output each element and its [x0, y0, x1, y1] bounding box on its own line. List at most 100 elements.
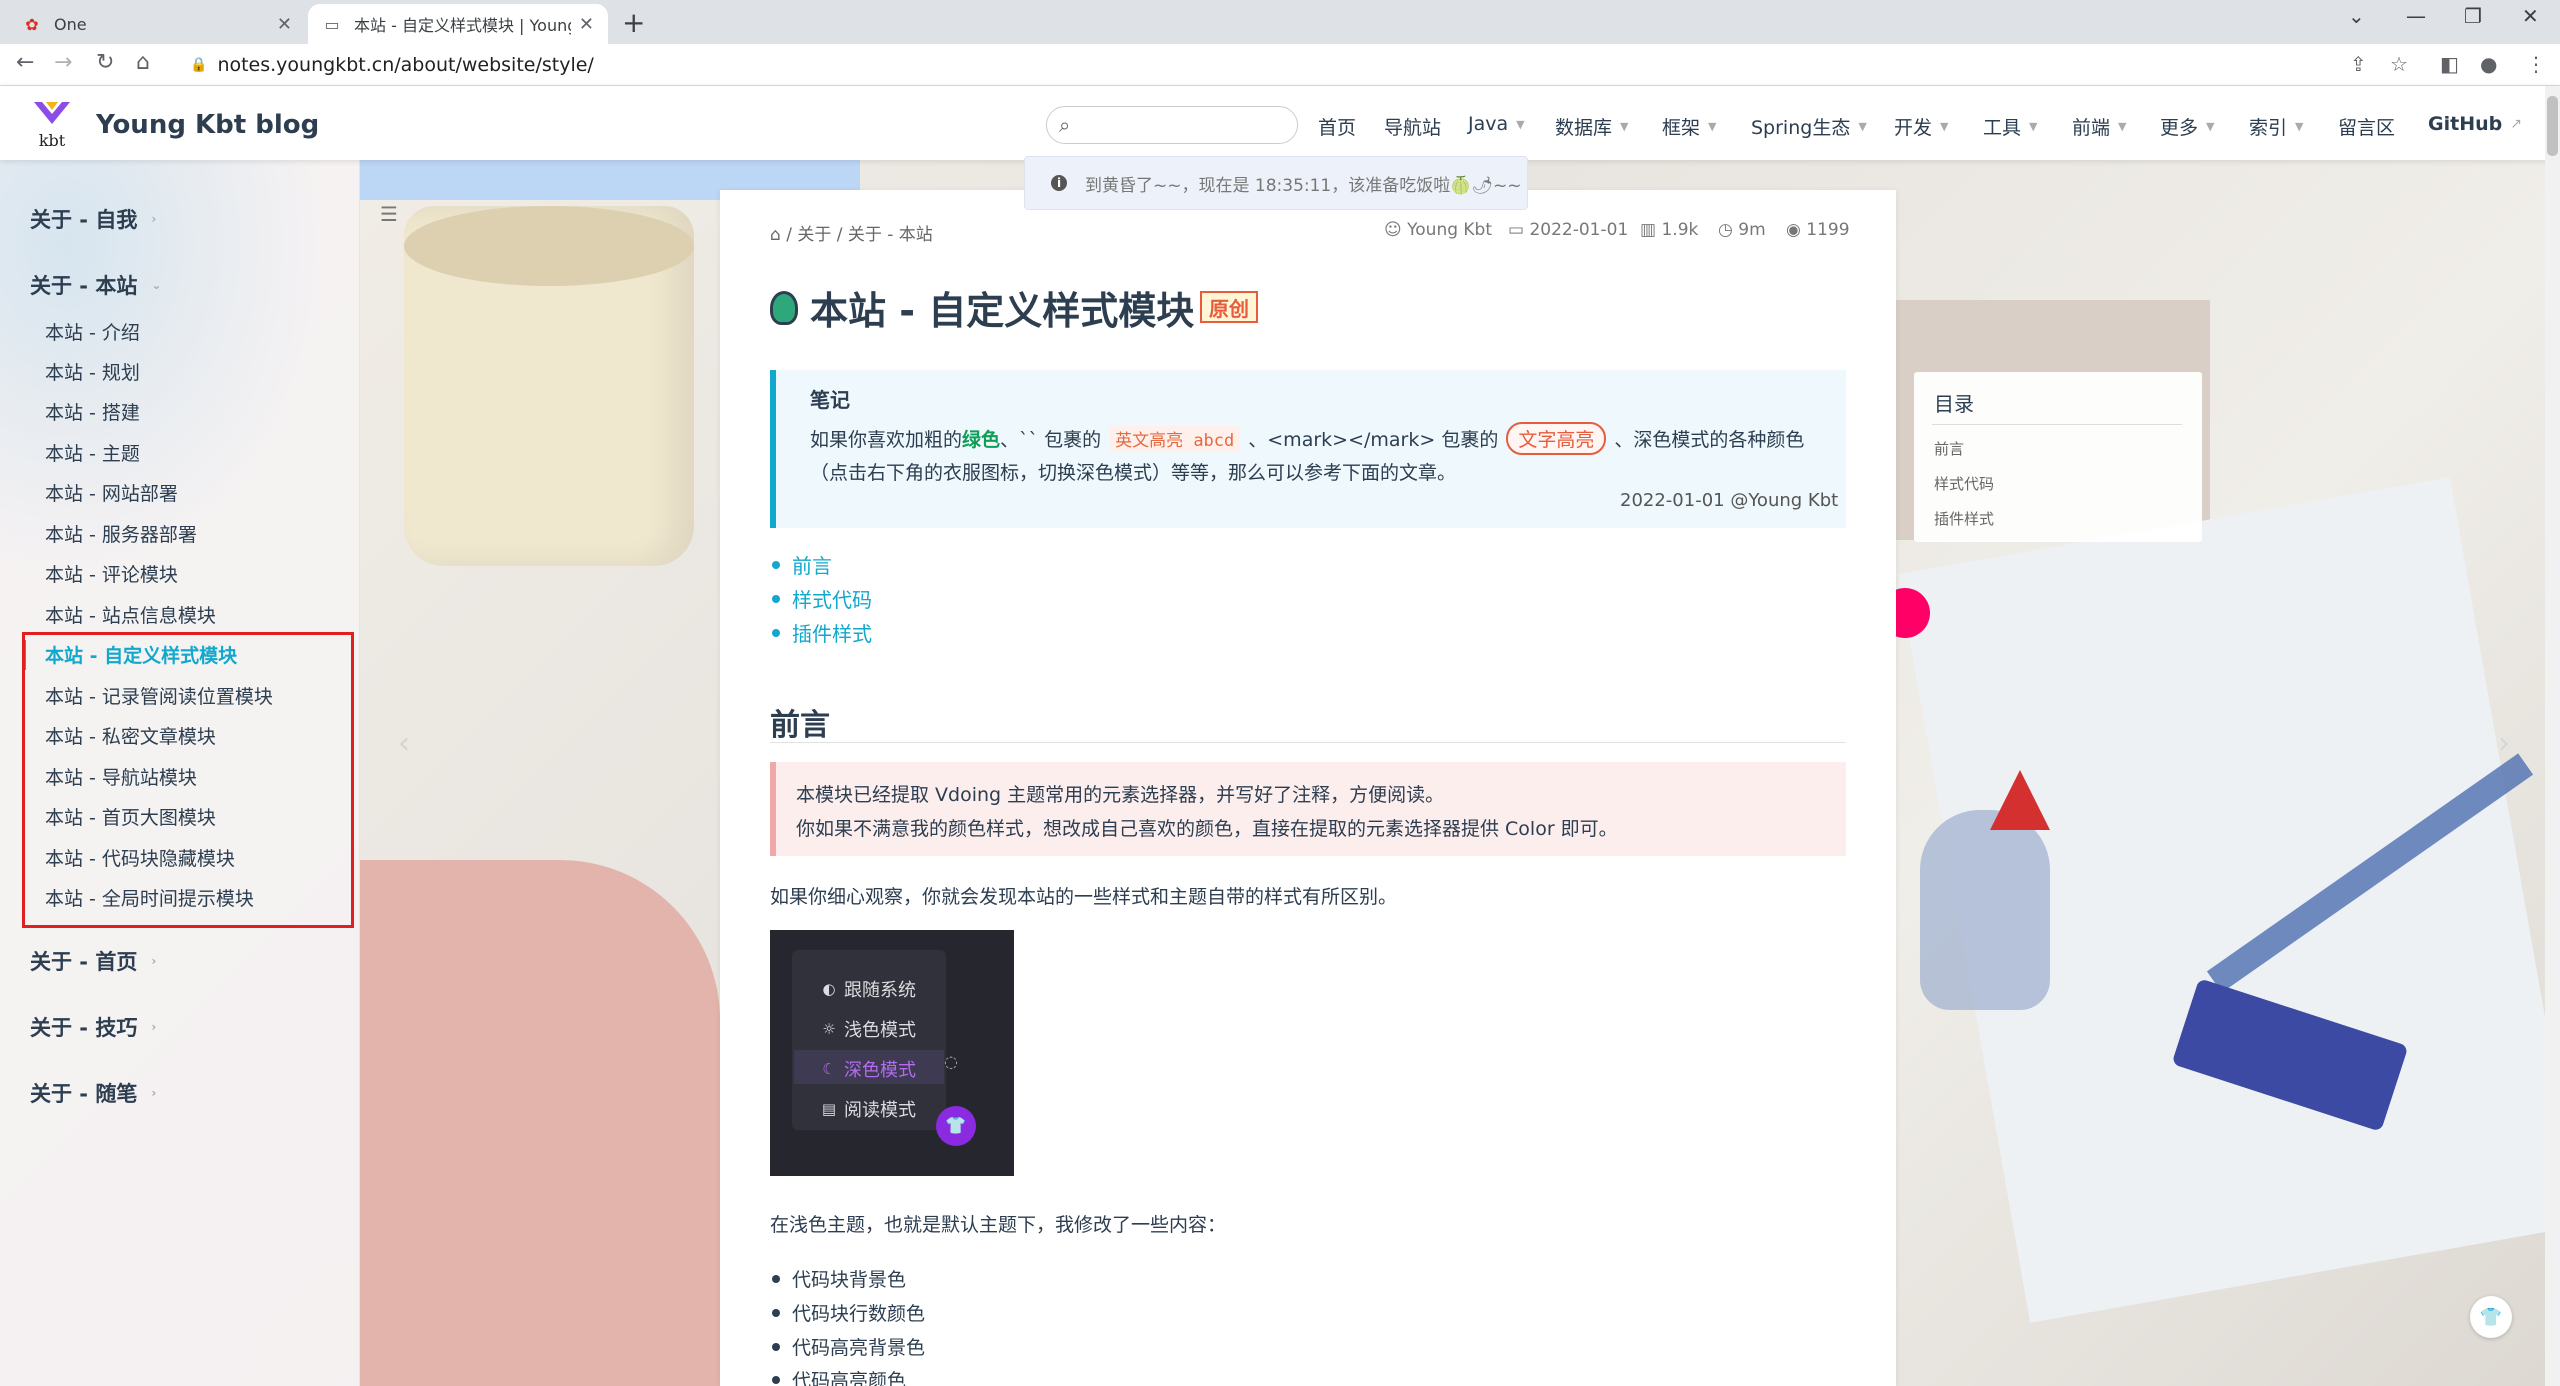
- title-flask-icon: [770, 290, 798, 325]
- toc-link-label: 样式代码: [792, 588, 872, 612]
- nav-navsite[interactable]: 导航站: [1384, 113, 1441, 140]
- list-item: 代码高亮颜色: [772, 1366, 906, 1386]
- sidebar-toggle-icon[interactable]: ☰: [380, 202, 398, 226]
- close-tab-icon[interactable]: ✕: [579, 14, 594, 35]
- toc-panel-link[interactable]: 样式代码: [1934, 473, 1994, 494]
- tab-search-icon[interactable]: ⌄: [2348, 4, 2365, 28]
- toc-title: 目录: [1934, 392, 1974, 416]
- sidebar-item[interactable]: 本站 - 网站部署: [45, 479, 178, 506]
- nav-tools[interactable]: 工具 ▼: [1983, 113, 2037, 140]
- sidebar-item[interactable]: 本站 - 主题: [45, 439, 140, 466]
- reload-icon[interactable]: ↻: [96, 50, 114, 75]
- nav-label: 留言区: [2338, 117, 2396, 139]
- nav-label: 工具: [1983, 117, 2022, 139]
- share-icon[interactable]: ⇪: [2350, 52, 2367, 76]
- scrollbar-thumb[interactable]: [2547, 96, 2558, 156]
- chevron-down-icon: ▼: [1620, 120, 1629, 133]
- nav-java[interactable]: Java ▼: [1468, 113, 1525, 135]
- sidebar-group-about-home[interactable]: 关于 - 首页 ›: [30, 946, 156, 976]
- sidebar-item[interactable]: 本站 - 规划: [45, 358, 140, 385]
- author-meta[interactable]: ☺ Young Kbt: [1384, 220, 1492, 240]
- toc-link[interactable]: 样式代码: [772, 584, 872, 613]
- list-item-text: 代码块背景色: [792, 1269, 907, 1291]
- nav-label: 更多: [2160, 117, 2199, 139]
- demo-menu-label: 深色模式: [844, 1060, 916, 1081]
- home-icon[interactable]: ⌂: [136, 50, 150, 75]
- list-item-text: 代码高亮背景色: [792, 1337, 926, 1359]
- sidebar-item[interactable]: 本站 - 评论模块: [45, 560, 178, 587]
- book-icon: ▤: [821, 1100, 837, 1118]
- sidebar-item[interactable]: 本站 - 搭建: [45, 398, 140, 425]
- title-text: 本站 - 自定义样式模块: [810, 289, 1195, 333]
- sidebar-group-about-site[interactable]: 关于 - 本站 ⌄: [30, 270, 161, 300]
- profile-icon[interactable]: ●: [2480, 52, 2497, 76]
- shirt-icon: 👕: [2479, 1306, 2503, 1328]
- nav-dev[interactable]: 开发 ▼: [1894, 113, 1948, 140]
- calendar-icon: ▭: [1508, 220, 1530, 240]
- toc-link[interactable]: 插件样式: [772, 618, 872, 647]
- sidebar-group-about-me[interactable]: 关于 - 自我 ›: [30, 204, 156, 234]
- next-slide-icon[interactable]: ›: [2498, 726, 2510, 761]
- demo-menu-label: 浅色模式: [844, 1020, 916, 1041]
- nav-label: 索引: [2249, 117, 2288, 139]
- breadcrumb-path[interactable]: / 关于 / 关于 - 本站: [786, 225, 933, 245]
- nav-label: Java: [1468, 113, 1509, 135]
- toc-panel-link[interactable]: 插件样式: [1934, 508, 1994, 529]
- nav-database[interactable]: 数据库 ▼: [1555, 113, 1628, 140]
- prev-slide-icon[interactable]: ‹: [398, 726, 410, 761]
- nav-guestbook[interactable]: 留言区: [2338, 113, 2395, 140]
- nav-label: 首页: [1318, 117, 1357, 139]
- new-tab-icon[interactable]: +: [622, 6, 645, 39]
- bullet: [772, 594, 780, 603]
- site-search-input[interactable]: ⌕: [1046, 106, 1298, 144]
- forward-icon[interactable]: →: [54, 50, 72, 75]
- home-icon[interactable]: ⌂: [770, 225, 786, 245]
- side-panel-icon[interactable]: ◧: [2440, 52, 2459, 76]
- theme-shirt-button[interactable]: 👕: [2470, 1296, 2512, 1338]
- chevron-down-icon: ▼: [1940, 120, 1949, 133]
- nav-index[interactable]: 索引 ▼: [2249, 113, 2303, 140]
- list-item-text: 代码块行数颜色: [792, 1303, 926, 1325]
- moon-icon: ☾: [822, 1060, 836, 1078]
- original-badge: 原创: [1200, 291, 1258, 323]
- page-scrollbar[interactable]: [2545, 86, 2560, 1386]
- sidebar-item[interactable]: 本站 - 介绍: [45, 318, 140, 345]
- nav-more[interactable]: 更多 ▼: [2160, 113, 2214, 140]
- back-icon[interactable]: ←: [16, 50, 34, 75]
- restore-icon[interactable]: ❐: [2464, 4, 2482, 28]
- nav-github[interactable]: GitHub ↗: [2428, 113, 2522, 135]
- wordcount-meta: ▥ 1.9k: [1640, 220, 1698, 240]
- browser-tab[interactable]: ✿ One ✕: [8, 4, 306, 44]
- toc-panel-link[interactable]: 前言: [1934, 438, 1964, 459]
- address-bar[interactable]: 🔒 notes.youngkbt.cn/about/website/style/: [176, 48, 2356, 82]
- nav-frontend[interactable]: 前端 ▼: [2072, 113, 2126, 140]
- nav-framework[interactable]: 框架 ▼: [1662, 113, 1716, 140]
- site-name[interactable]: Young Kbt blog: [96, 110, 319, 140]
- site-logo-icon[interactable]: kbt: [28, 98, 76, 150]
- read-time: 9m: [1738, 220, 1766, 240]
- bullet: [772, 1274, 780, 1283]
- breadcrumb: ⌂ / 关于 / 关于 - 本站: [770, 220, 933, 245]
- chevron-down-icon: ⌄: [151, 278, 162, 292]
- demo-menu-item-selected: ☾ 深色模式: [820, 1056, 916, 1082]
- background-mug-rim: [404, 206, 694, 286]
- nav-spring[interactable]: Spring生态 ▼: [1751, 113, 1867, 140]
- browser-tab-active[interactable]: ▭ 本站 - 自定义样式模块 | Young Kbt blog ✕: [308, 4, 608, 44]
- section-heading: 前言: [770, 708, 830, 743]
- window-close-icon[interactable]: ✕: [2522, 4, 2539, 28]
- sidebar-group-about-tips[interactable]: 关于 - 技巧 ›: [30, 1012, 156, 1042]
- nav-home[interactable]: 首页: [1318, 113, 1356, 140]
- sidebar-item[interactable]: 本站 - 站点信息模块: [45, 601, 216, 628]
- post-date: 2022-01-01: [1529, 220, 1629, 240]
- menu-dots-icon[interactable]: ⋮: [2526, 52, 2546, 76]
- sidebar-group-about-essay[interactable]: 关于 - 随笔 ›: [30, 1078, 156, 1108]
- toc-link[interactable]: 前言: [772, 550, 832, 579]
- chevron-right-icon: ›: [151, 1086, 157, 1100]
- close-tab-icon[interactable]: ✕: [277, 14, 292, 35]
- sidebar-item[interactable]: 本站 - 服务器部署: [45, 520, 197, 547]
- toc-link-label: 插件样式: [792, 622, 872, 646]
- group-label: 关于 - 技巧: [30, 1016, 138, 1040]
- bookmark-star-icon[interactable]: ☆: [2390, 52, 2408, 76]
- note-mark-highlight: 文字高亮: [1506, 422, 1607, 455]
- minimize-icon[interactable]: —: [2406, 4, 2426, 28]
